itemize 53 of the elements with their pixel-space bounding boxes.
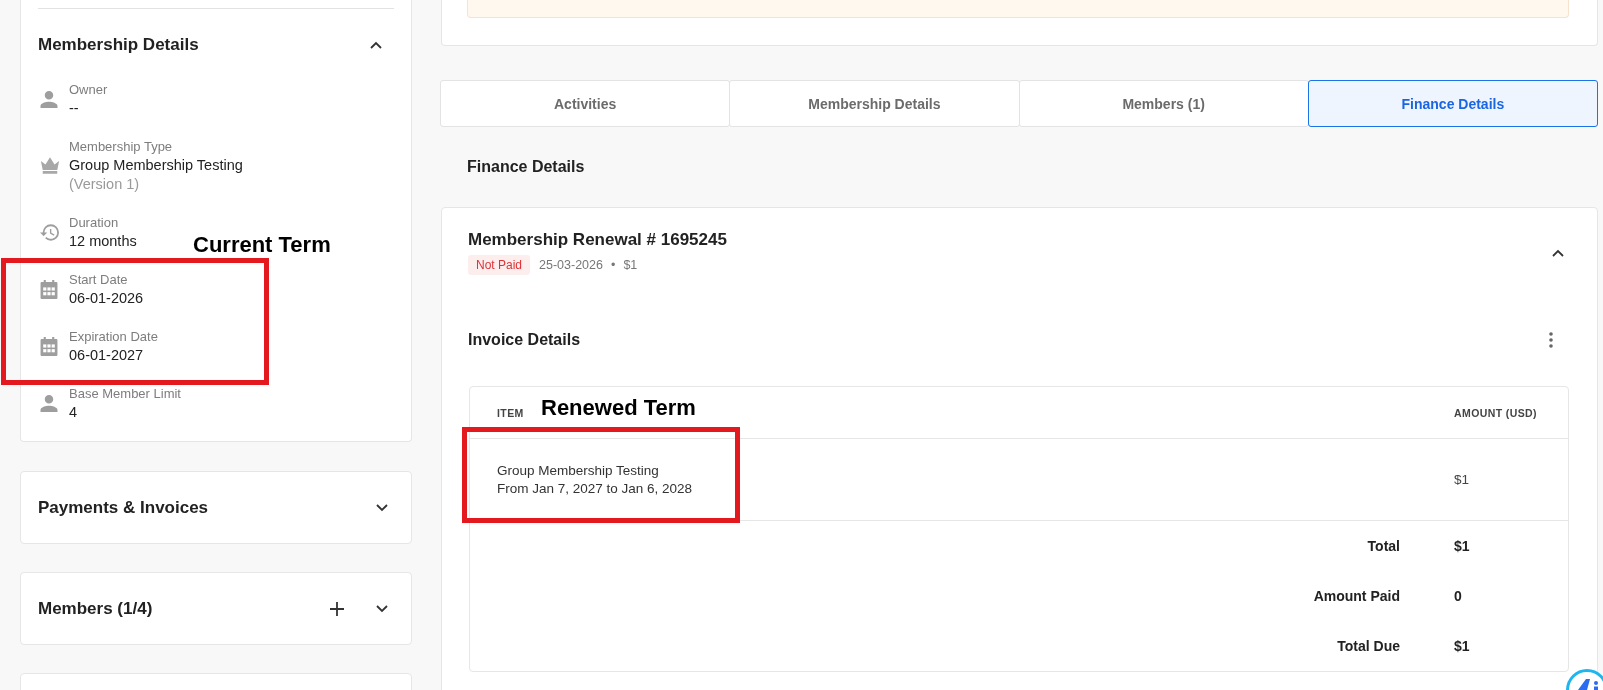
field-label: Duration bbox=[69, 214, 119, 232]
section-title: Membership Details bbox=[38, 34, 199, 56]
field-label: Owner bbox=[69, 81, 108, 99]
person-icon bbox=[40, 90, 58, 108]
renewal-amount: $1 bbox=[623, 258, 638, 272]
item-period: From Jan 7, 2027 to Jan 6, 2028 bbox=[497, 479, 693, 498]
column-header: ITEM bbox=[497, 406, 524, 419]
chevron-up-icon[interactable] bbox=[370, 41, 382, 49]
total-value: $1 bbox=[1454, 538, 1470, 554]
person-icon bbox=[40, 394, 58, 412]
tab[interactable]: Members (1) bbox=[1018, 80, 1309, 127]
calendar-icon bbox=[40, 336, 58, 356]
field-label: Base Member Limit bbox=[69, 385, 181, 403]
invoice-title: Invoice Details bbox=[468, 330, 581, 350]
version-note: (Version 1) bbox=[69, 175, 140, 194]
section-heading: Finance Details bbox=[467, 157, 585, 177]
total-value: $1 bbox=[1454, 638, 1470, 654]
tab[interactable]: Membership Details bbox=[729, 80, 1020, 127]
table-cell: $1 bbox=[1454, 472, 1470, 487]
column-header: AMOUNT (USD) bbox=[1454, 406, 1537, 419]
add-icon[interactable] bbox=[330, 601, 344, 616]
renewal-title: Membership Renewal # 1695245 bbox=[468, 229, 727, 251]
separator-dot: • bbox=[611, 258, 616, 272]
total-label: Total bbox=[1367, 538, 1400, 554]
total-label: Amount Paid bbox=[1313, 588, 1400, 604]
crown-icon bbox=[40, 157, 60, 174]
field-value: Group Membership Testing bbox=[69, 156, 243, 175]
chat-widget-icon[interactable] bbox=[1566, 667, 1603, 690]
field-label: Start Date bbox=[69, 271, 128, 289]
field-label: Membership Type bbox=[69, 138, 173, 156]
chevron-down-icon[interactable] bbox=[376, 604, 388, 613]
tab[interactable]: Finance Details bbox=[1307, 80, 1598, 127]
tab[interactable]: Activities bbox=[440, 80, 731, 127]
total-value: 0 bbox=[1454, 588, 1462, 604]
field-value: 12 months bbox=[69, 232, 137, 251]
section-title: Payments & Invoices bbox=[38, 497, 209, 518]
field-label: Expiration Date bbox=[69, 328, 158, 346]
renewal-date: 25-03-2026 bbox=[539, 258, 603, 272]
calendar-icon bbox=[40, 279, 58, 299]
annotation-label: Current Term bbox=[193, 232, 331, 258]
more-icon[interactable] bbox=[1549, 332, 1553, 348]
field-value: 06-01-2027 bbox=[69, 346, 144, 365]
history-icon bbox=[40, 223, 59, 241]
status-badge: Not Paid bbox=[468, 255, 531, 275]
total-label: Total Due bbox=[1337, 638, 1400, 654]
annotation-label: Renewed Term bbox=[541, 395, 696, 421]
section-title: Members (1/4) bbox=[38, 598, 153, 619]
item-name: Group Membership Testing bbox=[497, 461, 659, 480]
field-value: 06-01-2026 bbox=[69, 289, 144, 308]
field-value: 4 bbox=[69, 403, 78, 422]
field-value: -- bbox=[69, 99, 79, 118]
chevron-up-icon[interactable] bbox=[1552, 249, 1564, 257]
chevron-down-icon[interactable] bbox=[376, 503, 388, 512]
